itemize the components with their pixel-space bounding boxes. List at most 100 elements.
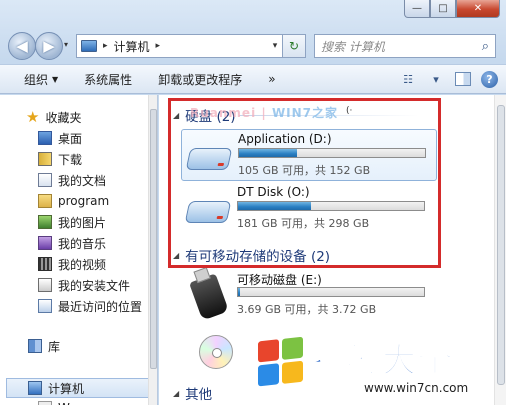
- music-icon: [38, 236, 52, 250]
- address-row: ◀ ▶ ▾ ▸ 计算机 ▸ ▾ ↻ 搜索 计算机 ⌕: [0, 30, 506, 64]
- recent-places-icon: [38, 299, 52, 313]
- minimize-button[interactable]: —: [404, 0, 430, 18]
- help-icon[interactable]: ?: [481, 70, 498, 88]
- drive-space-info: 3.69 GB 可用，共 3.72 GB: [237, 303, 377, 316]
- search-placeholder: 搜索 计算机: [321, 39, 385, 54]
- drive-usage-bar: [237, 287, 425, 297]
- nav-scrollbar[interactable]: [148, 95, 157, 405]
- close-button[interactable]: ✕: [456, 0, 500, 18]
- drive-tile-e[interactable]: 可移动磁盘 (E:) 3.69 GB 可用，共 3.72 GB: [181, 269, 437, 321]
- organize-label: 组织: [24, 72, 49, 87]
- preview-pane-icon[interactable]: [455, 72, 471, 86]
- drive-usage-bar: [237, 201, 425, 211]
- drive-tile-o[interactable]: DT Disk (O:) 181 GB 可用，共 298 GB: [181, 183, 437, 235]
- drive-usage-fill: [238, 288, 240, 296]
- collapse-triangle-icon[interactable]: ◢: [173, 389, 179, 398]
- explorer-window: — □ ✕ ◀ ▶ ▾ ▸ 计算机 ▸ ▾ ↻ 搜索 计算机 ⌕ 组织 ▼ 系统…: [0, 0, 506, 405]
- search-icon[interactable]: ⌕: [482, 39, 489, 54]
- view-dropdown-icon[interactable]: ▾: [427, 70, 445, 88]
- breadcrumb-computer[interactable]: 计算机: [114, 38, 150, 55]
- uninstall-program-button[interactable]: 卸载或更改程序: [158, 71, 242, 88]
- watermark-ruanmei: Ruanmei | WIN7之家: [190, 104, 338, 121]
- library-icon: [28, 339, 42, 353]
- watermark-blue-text: WIN7之家: [271, 106, 339, 120]
- watermark-logo: 系统大全 www.win7cn.com: [258, 333, 506, 405]
- nav-item-videos[interactable]: 我的视频: [38, 254, 106, 274]
- drive-icon: [38, 401, 52, 405]
- nav-item-label: 我的安装文件: [58, 278, 131, 293]
- address-dropdown-icon[interactable]: ▾: [267, 34, 283, 58]
- breadcrumb-separator-icon[interactable]: ▸: [103, 41, 108, 51]
- nav-item-label: 我的视频: [58, 257, 107, 272]
- breadcrumb-separator-icon[interactable]: ▸: [156, 41, 161, 51]
- videos-icon: [38, 257, 52, 271]
- busy-cursor-icon: (·: [346, 106, 353, 116]
- nav-item-label: 我的音乐: [58, 236, 107, 251]
- collapse-triangle-icon[interactable]: ◢: [173, 251, 179, 260]
- watermark-url: www.win7cn.com: [364, 381, 469, 395]
- drive-usage-fill: [239, 149, 297, 157]
- nav-item-partial[interactable]: W: [38, 398, 70, 405]
- hard-drive-icon: [185, 148, 233, 170]
- usb-drive-icon: [189, 273, 229, 321]
- back-button[interactable]: ◀: [8, 32, 36, 60]
- nav-item-setup-files[interactable]: 我的安装文件: [38, 275, 130, 295]
- chevron-down-icon: ▼: [52, 74, 59, 84]
- drive-usage-fill: [238, 202, 311, 210]
- group-title: 有可移动存储的设备 (2): [185, 249, 331, 265]
- desktop-icon: [38, 131, 52, 145]
- group-title: 其他: [185, 387, 213, 403]
- collapse-triangle-icon[interactable]: ◢: [173, 111, 179, 120]
- nav-item-music[interactable]: 我的音乐: [38, 233, 106, 253]
- nav-item-label: W: [58, 401, 70, 405]
- more-commands-button[interactable]: »: [268, 72, 275, 86]
- watermark-pink-text: Ruanmei: [190, 106, 257, 120]
- nav-item-label: 计算机: [48, 381, 85, 396]
- forward-button[interactable]: ▶: [35, 32, 63, 60]
- windows-flag-icon: [258, 336, 304, 388]
- organize-button[interactable]: 组织 ▼: [24, 71, 58, 88]
- group-header-removable[interactable]: ◢ 有可移动存储的设备 (2): [173, 245, 330, 265]
- recent-pages-dropdown[interactable]: ▾: [64, 40, 68, 49]
- group-header-other[interactable]: ◢ 其他: [173, 383, 212, 403]
- command-bar: 组织 ▼ 系统属性 卸载或更改程序 » ☷ ▾ ?: [0, 64, 506, 94]
- navigation-pane: ★ 收藏夹 桌面 下载 我的文档 program 我的图片 我的音乐 我的视频 …: [0, 95, 158, 405]
- drive-name: 可移动磁盘 (E:): [237, 273, 322, 287]
- drive-tile-d[interactable]: Application (D:) 105 GB 可用，共 152 GB: [181, 129, 437, 181]
- nav-item-program[interactable]: program: [38, 191, 109, 211]
- nav-item-label: 桌面: [58, 131, 83, 146]
- nav-item-label: 收藏夹: [45, 110, 82, 125]
- downloads-folder-icon: [38, 152, 52, 166]
- cd-drive-icon: [199, 335, 233, 369]
- nav-item-label: 下载: [58, 152, 83, 167]
- nav-item-favorites[interactable]: ★ 收藏夹: [26, 107, 81, 127]
- drive-usage-bar: [238, 148, 426, 158]
- nav-item-label: 我的文档: [58, 173, 107, 188]
- nav-item-libraries[interactable]: 库: [28, 336, 60, 356]
- nav-item-downloads[interactable]: 下载: [38, 149, 82, 169]
- computer-icon: [81, 40, 97, 52]
- search-input[interactable]: 搜索 计算机 ⌕: [314, 34, 496, 58]
- drive-name: Application (D:): [238, 132, 332, 146]
- system-properties-button[interactable]: 系统属性: [84, 71, 132, 88]
- star-icon: ★: [26, 108, 40, 126]
- drive-space-info: 105 GB 可用，共 152 GB: [238, 164, 371, 177]
- nav-item-label: 我的图片: [58, 215, 107, 230]
- nav-item-desktop[interactable]: 桌面: [38, 128, 82, 148]
- nav-item-label: 库: [48, 339, 61, 354]
- nav-scrollbar-thumb[interactable]: [150, 109, 157, 369]
- caption-buttons: — □ ✕: [404, 0, 500, 18]
- watermark-separator: |: [256, 106, 272, 120]
- nav-item-computer[interactable]: 计算机: [28, 378, 84, 398]
- setup-files-icon: [38, 278, 52, 292]
- computer-icon: [28, 381, 42, 395]
- nav-item-pictures[interactable]: 我的图片: [38, 212, 106, 232]
- maximize-button[interactable]: □: [430, 0, 456, 18]
- view-options-icon[interactable]: ☷: [399, 70, 417, 88]
- nav-item-documents[interactable]: 我的文档: [38, 170, 106, 190]
- refresh-button[interactable]: ↻: [282, 34, 306, 58]
- folder-icon: [38, 194, 52, 208]
- nav-item-label: 最近访问的位置: [58, 299, 143, 314]
- nav-item-recent-places[interactable]: 最近访问的位置: [38, 296, 142, 316]
- drive-space-info: 181 GB 可用，共 298 GB: [237, 217, 370, 230]
